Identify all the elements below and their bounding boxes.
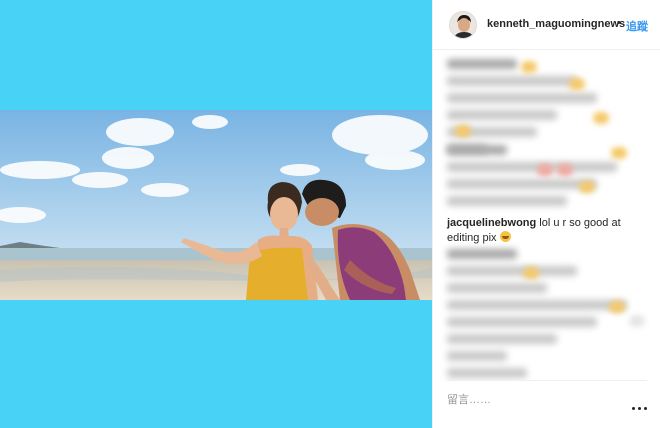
comments-list[interactable]: jacquelinebwong lol u r so good at editi… — [433, 51, 660, 381]
more-options-icon[interactable] — [631, 402, 649, 414]
post-header: kenneth_maguomingnews • 追蹤 — [433, 0, 660, 50]
blurred-emoji — [537, 164, 553, 176]
blurred-emoji — [557, 164, 573, 176]
blurred-emoji — [593, 112, 609, 124]
beach-photo-illustration — [0, 110, 432, 300]
blurred-emoji — [579, 181, 595, 193]
post-media[interactable] — [0, 0, 432, 428]
blurred-emoji — [523, 267, 539, 279]
blurred-comment — [447, 145, 617, 213]
blurred-emoji — [611, 147, 627, 159]
blurred-emoji — [455, 125, 471, 137]
blurred-emoji — [521, 61, 537, 73]
author-username[interactable]: kenneth_maguomingnews — [487, 18, 625, 30]
grinning-face-icon — [499, 231, 511, 242]
blurred-emoji — [609, 301, 625, 313]
blurred-emoji — [629, 315, 645, 327]
post-photo[interactable] — [0, 110, 432, 300]
post-side-panel: kenneth_maguomingnews • 追蹤 jacquelinebwo… — [432, 0, 660, 428]
comment-footer — [447, 380, 647, 409]
avatar-portrait-icon — [450, 12, 476, 38]
comment-item: jacquelinebwong lol u r so good at editi… — [447, 216, 647, 246]
avatar[interactable] — [449, 11, 477, 39]
add-comment-input[interactable] — [447, 391, 617, 409]
comment-author[interactable]: jacquelinebwong — [447, 217, 536, 229]
header-separator: • — [617, 17, 621, 29]
blurred-emoji — [569, 78, 585, 90]
follow-button[interactable]: 追蹤 — [626, 18, 648, 34]
